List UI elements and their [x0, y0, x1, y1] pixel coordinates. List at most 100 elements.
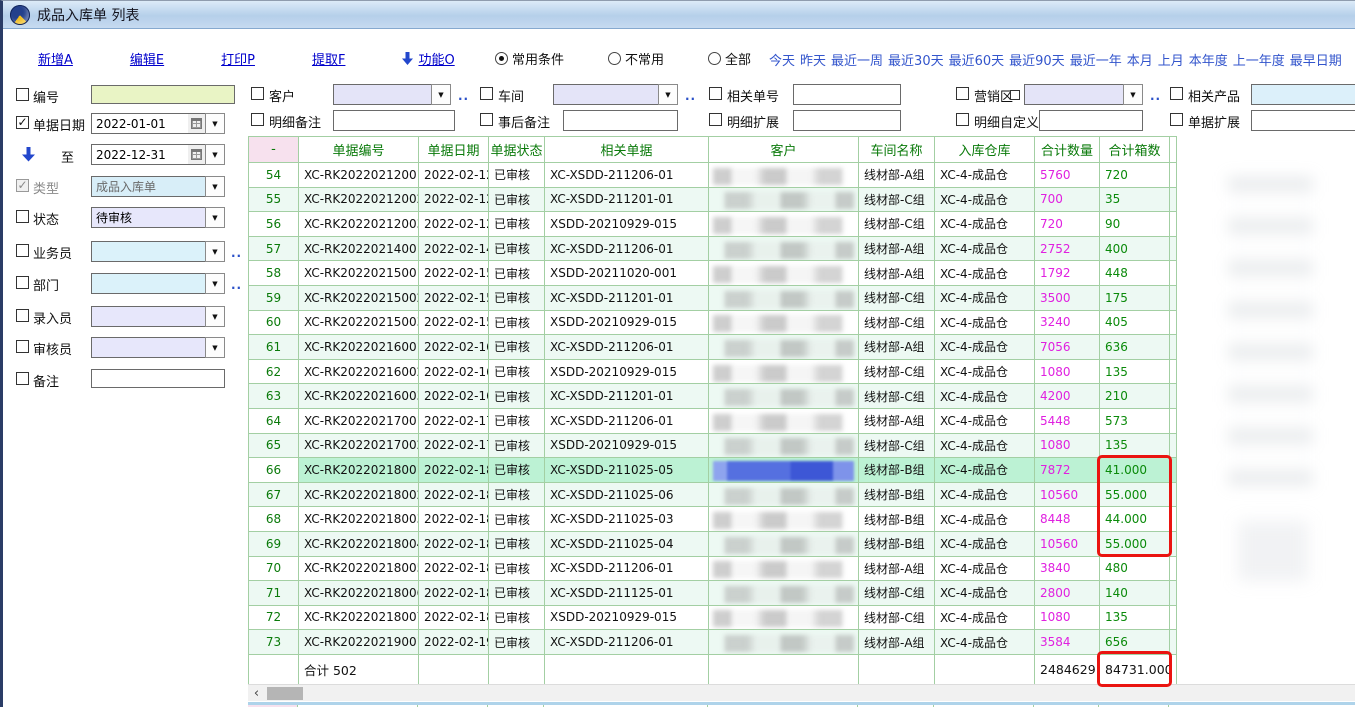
- salesman-more-button[interactable]: ..: [231, 246, 242, 260]
- post-remark-input[interactable]: [563, 110, 678, 131]
- entry-clerk-dropdown[interactable]: ▼: [91, 306, 225, 327]
- salesman-dropdown[interactable]: ▼: [91, 241, 225, 262]
- checkbox-entry-clerk[interactable]: [16, 309, 29, 322]
- date-to-field[interactable]: 2022-12-31 ▼: [91, 144, 225, 165]
- checkbox-auditor[interactable]: [16, 340, 29, 353]
- status-dropdown[interactable]: 待审核 ▼: [91, 207, 225, 228]
- related-product-input[interactable]: [1251, 84, 1355, 105]
- department-dropdown-button[interactable]: ▼: [205, 273, 225, 294]
- column-header-1[interactable]: 单据编号: [299, 137, 419, 163]
- checkbox-related-doc-no[interactable]: [709, 87, 722, 100]
- remark-input[interactable]: [91, 369, 225, 388]
- date-link-6[interactable]: 最近一年: [1070, 50, 1122, 69]
- date-link-1[interactable]: 昨天: [800, 50, 826, 69]
- column-header-5[interactable]: 客户: [709, 137, 859, 163]
- date-link-8[interactable]: 上月: [1158, 50, 1184, 69]
- checkbox-doc-no[interactable]: [16, 88, 29, 101]
- table-row[interactable]: 64XC-RK202202170012022-02-17已审核XC-XSDD-2…: [249, 408, 1177, 433]
- date-link-9[interactable]: 本年度: [1189, 50, 1228, 69]
- detail-extend-input[interactable]: [793, 110, 901, 131]
- date-from-dropdown-button[interactable]: ▼: [205, 113, 225, 134]
- table-row[interactable]: 59XC-RK202202150022022-02-15已审核XC-XSDD-2…: [249, 285, 1177, 310]
- sales-area-dropdown-button[interactable]: ▼: [1123, 84, 1143, 105]
- checkbox-customer[interactable]: [251, 87, 264, 100]
- column-header-0[interactable]: -: [249, 137, 299, 163]
- menu-item-4[interactable]: 功能O: [402, 49, 454, 68]
- sales-area-more-button[interactable]: ..: [1150, 89, 1161, 103]
- date-link-7[interactable]: 本月: [1127, 50, 1153, 69]
- table-row[interactable]: 71XC-RK202202180062022-02-18已审核XC-XSDD-2…: [249, 581, 1177, 606]
- related-doc-no-input[interactable]: [793, 84, 901, 105]
- date-link-11[interactable]: 最早日期: [1290, 50, 1342, 69]
- checkbox-doc-extend[interactable]: [1170, 113, 1183, 126]
- radio-2[interactable]: 全部: [708, 49, 751, 68]
- detail-remark-input[interactable]: [333, 110, 455, 131]
- table-row[interactable]: 68XC-RK202202180032022-02-18已审核XC-XSDD-2…: [249, 507, 1177, 532]
- calendar-icon[interactable]: [188, 113, 205, 134]
- department-more-button[interactable]: ..: [231, 278, 242, 292]
- column-header-8[interactable]: 合计数量: [1035, 137, 1100, 163]
- date-to-value[interactable]: 2022-12-31: [91, 144, 188, 165]
- calendar-icon[interactable]: [188, 144, 205, 165]
- menu-item-0[interactable]: 新增A: [38, 49, 73, 68]
- checkbox-remark[interactable]: [16, 372, 29, 385]
- horizontal-scrollbar[interactable]: ‹: [248, 684, 1355, 701]
- date-from-field[interactable]: 2022-01-01 ▼: [91, 113, 225, 134]
- checkbox-related-product[interactable]: [1170, 87, 1183, 100]
- column-header-3[interactable]: 单据状态: [489, 137, 545, 163]
- column-header-6[interactable]: 车间名称: [859, 137, 935, 163]
- sales-area-sub-checkbox[interactable]: [1010, 90, 1020, 100]
- table-row[interactable]: 54XC-RK202202120012022-02-12已审核XC-XSDD-2…: [249, 163, 1177, 188]
- checkbox-doc-date[interactable]: [16, 116, 29, 129]
- table-row[interactable]: 61XC-RK202202160012022-02-16已审核XC-XSDD-2…: [249, 335, 1177, 360]
- date-link-3[interactable]: 最近30天: [888, 50, 944, 69]
- type-dropdown-button[interactable]: ▼: [205, 176, 225, 197]
- salesman-dropdown-button[interactable]: ▼: [205, 241, 225, 262]
- checkbox-workshop[interactable]: [480, 87, 493, 100]
- menu-item-1[interactable]: 编辑E: [130, 49, 164, 68]
- workshop-dropdown-button[interactable]: ▼: [658, 84, 678, 105]
- auditor-dropdown[interactable]: ▼: [91, 337, 225, 358]
- table-row[interactable]: 60XC-RK202202150032022-02-15已审核XSDD-2021…: [249, 310, 1177, 335]
- column-header-2[interactable]: 单据日期: [419, 137, 489, 163]
- table-row[interactable]: 73XC-RK202202190012022-02-19已审核XC-XSDD-2…: [249, 630, 1177, 655]
- checkbox-salesman[interactable]: [16, 244, 29, 257]
- date-link-2[interactable]: 最近一周: [831, 50, 883, 69]
- status-dropdown-button[interactable]: ▼: [205, 207, 225, 228]
- column-header-4[interactable]: 相关单据: [545, 137, 709, 163]
- workshop-more-button[interactable]: ..: [685, 89, 696, 103]
- column-header-9[interactable]: 合计箱数: [1100, 137, 1170, 163]
- date-to-dropdown-button[interactable]: ▼: [205, 144, 225, 165]
- table-row[interactable]: 63XC-RK202202160032022-02-16已审核XC-XSDD-2…: [249, 384, 1177, 409]
- menu-item-2[interactable]: 打印P: [221, 49, 255, 68]
- checkbox-post-remark[interactable]: [480, 113, 493, 126]
- table-row[interactable]: 72XC-RK202202180072022-02-18已审核XSDD-2021…: [249, 605, 1177, 630]
- detail-custom-input[interactable]: [1039, 110, 1143, 131]
- table-row[interactable]: 55XC-RK202202120022022-02-12已审核XC-XSDD-2…: [249, 187, 1177, 212]
- table-row[interactable]: 69XC-RK202202180042022-02-18已审核XC-XSDD-2…: [249, 531, 1177, 556]
- radio-0[interactable]: 常用条件: [495, 49, 564, 68]
- checkbox-detail-extend[interactable]: [709, 113, 722, 126]
- menu-item-3[interactable]: 提取F: [312, 49, 345, 68]
- customer-dropdown[interactable]: ▼: [333, 84, 451, 105]
- customer-more-button[interactable]: ..: [458, 89, 469, 103]
- date-from-value[interactable]: 2022-01-01: [91, 113, 188, 134]
- checkbox-department[interactable]: [16, 276, 29, 289]
- scrollbar-thumb[interactable]: [267, 687, 303, 700]
- auditor-dropdown-button[interactable]: ▼: [205, 337, 225, 358]
- table-row[interactable]: 67XC-RK202202180022022-02-18已审核XC-XSDD-2…: [249, 482, 1177, 507]
- workshop-dropdown[interactable]: ▼: [553, 84, 678, 105]
- table-row[interactable]: 65XC-RK202202170022022-02-17已审核XSDD-2021…: [249, 433, 1177, 458]
- table-row[interactable]: 66XC-RK202202180012022-02-18已审核XC-XSDD-2…: [249, 458, 1177, 483]
- department-dropdown[interactable]: ▼: [91, 273, 225, 294]
- date-link-0[interactable]: 今天: [769, 50, 795, 69]
- checkbox-detail-custom[interactable]: [956, 113, 969, 126]
- checkbox-sales-area[interactable]: [956, 87, 969, 100]
- column-header-7[interactable]: 入库仓库: [935, 137, 1035, 163]
- scroll-left-arrow-icon[interactable]: ‹: [248, 685, 265, 702]
- table-row[interactable]: 62XC-RK202202160022022-02-16已审核XSDD-2021…: [249, 359, 1177, 384]
- table-row[interactable]: 58XC-RK202202150012022-02-15已审核XSDD-2021…: [249, 261, 1177, 286]
- doc-no-input[interactable]: [91, 85, 235, 104]
- date-link-5[interactable]: 最近90天: [1009, 50, 1065, 69]
- doc-extend-input[interactable]: [1251, 110, 1355, 131]
